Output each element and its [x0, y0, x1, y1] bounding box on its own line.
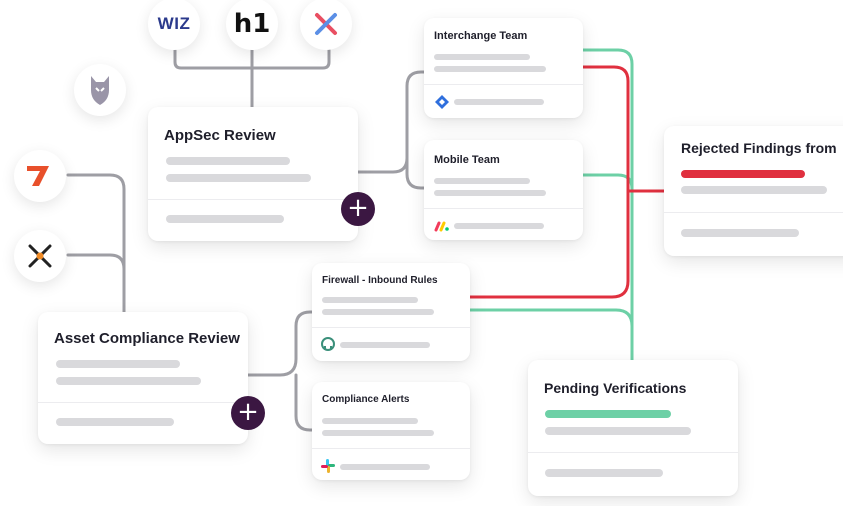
divider — [148, 199, 358, 200]
placeholder-bar — [681, 229, 799, 237]
wolf-shield-icon — [91, 76, 109, 105]
divider — [38, 402, 248, 403]
jira-icon — [435, 95, 449, 109]
card-title: Mobile Team — [434, 154, 500, 166]
placeholder-bar — [434, 178, 530, 184]
cross-logo-icon — [300, 0, 352, 50]
card-title: Pending Verifications — [544, 380, 687, 396]
placeholder-bar — [56, 360, 180, 368]
wiz-logo-icon: WIZ — [148, 0, 200, 50]
slack-icon — [321, 459, 335, 473]
divider — [528, 452, 738, 453]
firewall-inbound-rules-card[interactable]: Firewall - Inbound Rules — [312, 263, 470, 361]
rejected-status-bar — [681, 170, 805, 178]
placeholder-bar — [322, 297, 418, 303]
divider — [312, 327, 470, 328]
divider — [312, 448, 470, 449]
shield-logo-icon — [74, 64, 126, 116]
placeholder-bar — [166, 174, 311, 182]
placeholder-bar — [322, 309, 434, 315]
placeholder-bar — [434, 66, 546, 72]
placeholder-bar — [56, 377, 201, 385]
hackerone-logo-icon: h1 — [226, 0, 278, 50]
placeholder-bar — [56, 418, 174, 426]
placeholder-bar — [322, 418, 418, 424]
placeholder-bar — [681, 186, 827, 194]
placeholder-bar — [545, 469, 663, 477]
placeholder-bar — [454, 99, 544, 105]
cross-nodes-logo-icon — [14, 230, 66, 282]
mobile-team-card[interactable]: Mobile Team — [424, 140, 583, 240]
add-step-button[interactable]: + — [341, 192, 375, 226]
placeholder-bar — [454, 223, 544, 229]
divider — [664, 212, 843, 213]
placeholder-bar — [340, 342, 430, 348]
placeholder-bar — [322, 430, 434, 436]
monday-icon — [434, 221, 449, 232]
card-title: Interchange Team — [434, 30, 528, 42]
verified-status-bar — [545, 410, 671, 418]
placeholder-bar — [434, 54, 530, 60]
asset-compliance-review-card[interactable]: Asset Compliance Review — [38, 312, 248, 444]
card-title: Rejected Findings from — [681, 140, 837, 156]
rejected-findings-card[interactable]: Rejected Findings from — [664, 126, 843, 256]
add-step-button[interactable]: + — [231, 396, 265, 430]
placeholder-bar — [545, 427, 691, 435]
pending-verifications-card[interactable]: Pending Verifications — [528, 360, 738, 496]
d7-brand-icon — [27, 166, 49, 186]
divider — [424, 208, 583, 209]
card-title: Asset Compliance Review — [54, 330, 240, 347]
network-cross-icon — [28, 244, 52, 268]
card-title: Compliance Alerts — [322, 394, 410, 405]
d7-logo-icon — [14, 150, 66, 202]
divider — [424, 84, 583, 85]
placeholder-bar — [166, 157, 290, 165]
github-icon — [321, 337, 335, 351]
placeholder-bar — [340, 464, 430, 470]
appsec-review-card[interactable]: AppSec Review — [148, 107, 358, 241]
placeholder-bar — [166, 215, 284, 223]
compliance-alerts-card[interactable]: Compliance Alerts — [312, 382, 470, 480]
x-mark-icon — [315, 13, 337, 35]
card-title: AppSec Review — [164, 127, 276, 144]
placeholder-bar — [434, 190, 546, 196]
interchange-team-card[interactable]: Interchange Team — [424, 18, 583, 118]
card-title: Firewall - Inbound Rules — [322, 275, 438, 286]
